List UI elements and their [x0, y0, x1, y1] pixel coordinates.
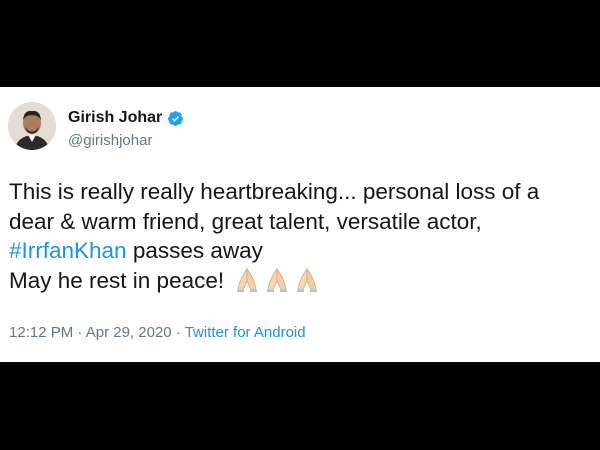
verified-badge-icon — [167, 110, 184, 127]
tweet-text-line: This is really really heartbreaking... p… — [9, 179, 540, 204]
hashtag-link[interactable]: #IrrfanKhan — [9, 238, 127, 263]
avatar[interactable] — [8, 102, 56, 150]
tweet-card: Girish Johar @girishjohar This is really… — [0, 87, 600, 362]
tweet-meta: 12:12 PM · Apr 29, 2020 · Twitter for An… — [9, 324, 306, 341]
folded-hands-icon — [264, 266, 290, 300]
tweet-text-line: May he rest in peace! — [9, 266, 594, 300]
author-name[interactable]: Girish Johar — [68, 109, 162, 127]
tweet-text-line: #IrrfanKhan passes away — [9, 236, 594, 266]
tweet-time[interactable]: 12:12 PM — [9, 324, 73, 341]
cropped-stats-row — [0, 356, 600, 362]
folded-hands-icon — [234, 266, 260, 300]
tweet-source-link[interactable]: Twitter for Android — [185, 324, 306, 341]
last-line-text: May he rest in peace! — [9, 267, 225, 293]
tweet-text-line: dear & warm friend, great talent, versat… — [9, 208, 482, 234]
author-handle[interactable]: @girishjohar — [68, 132, 152, 149]
tweet-date[interactable]: Apr 29, 2020 — [86, 324, 172, 341]
folded-hands-icon — [294, 266, 320, 300]
author-row: Girish Johar — [68, 109, 184, 127]
hashtag-suffix: passes away — [126, 238, 263, 263]
avatar-photo — [8, 102, 56, 150]
meta-separator: · — [73, 324, 86, 341]
meta-separator: · — [171, 324, 185, 341]
tweet-text: This is really really heartbreaking... p… — [9, 177, 594, 299]
